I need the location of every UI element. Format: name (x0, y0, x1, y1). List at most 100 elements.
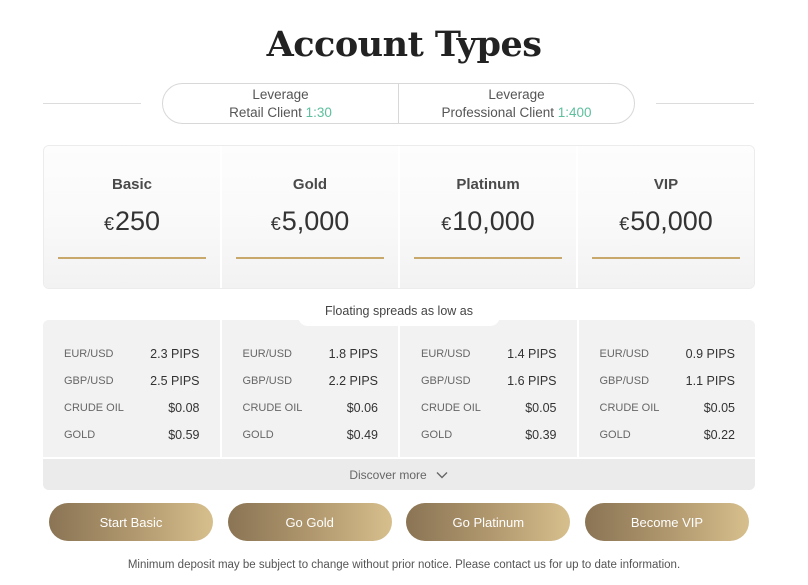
plan-price: €10,000 (441, 206, 535, 237)
spreads-column-basic: EUR/USD 2.3 PIPS GBP/USD 2.5 PIPS CRUDE OI… (43, 320, 220, 457)
spread-value: $0.49 (346, 427, 378, 442)
spread-value: 1.8 PIPS (328, 346, 378, 361)
spread-symbol: CRUDE OIL (64, 401, 124, 414)
plan-underline (58, 257, 206, 259)
spread-value: $0.05 (525, 400, 557, 415)
discover-more-button[interactable]: Discover more (43, 457, 755, 490)
spread-row: EUR/USD 1.4 PIPS (421, 340, 557, 367)
spread-row: EUR/USD 2.3 PIPS (64, 340, 200, 367)
spread-row: GBP/USD 1.6 PIPS (421, 367, 557, 394)
chevron-down-icon (436, 471, 448, 478)
spread-row: EUR/USD 1.8 PIPS (243, 340, 379, 367)
leverage-label: Professional Client (441, 104, 554, 120)
plan-card-vip: VIP €50,000 (576, 146, 754, 288)
plan-price: €250 (104, 206, 160, 237)
plan-amount: 5,000 (281, 206, 350, 236)
spread-symbol: GBP/USD (242, 374, 293, 387)
plan-price: €50,000 (619, 206, 713, 237)
plan-underline (592, 257, 740, 259)
discover-more-label: Discover more (349, 467, 427, 482)
spread-symbol: GOLD (599, 428, 631, 441)
plan-price: €5,000 (271, 206, 350, 237)
plan-card-basic: Basic €250 (44, 146, 220, 288)
spread-row: GBP/USD 2.5 PIPS (64, 367, 200, 394)
plan-card-gold: Gold €5,000 (220, 146, 398, 288)
spreads-label: Floating spreads as low as (298, 300, 500, 326)
divider-left (43, 103, 141, 104)
plan-amount: 50,000 (630, 206, 713, 236)
plan-name: Basic (111, 176, 153, 193)
currency-symbol: € (103, 214, 114, 234)
leverage-label: Retail Client (229, 104, 302, 120)
spread-symbol: CRUDE OIL (242, 401, 303, 414)
leverage-ratio: 1:400 (557, 104, 592, 120)
spread-symbol: EUR/USD (421, 347, 471, 360)
spread-row: GBP/USD 2.2 PIPS (243, 367, 379, 394)
spread-symbol: CRUDE OIL (599, 401, 660, 414)
spread-symbol: GBP/USD (599, 374, 650, 387)
spread-value: $0.06 (346, 400, 378, 415)
spread-value: 2.2 PIPS (328, 373, 378, 388)
spread-value: 2.3 PIPS (150, 346, 200, 361)
spread-row: CRUDE OIL $0.08 (64, 394, 200, 421)
go-platinum-button[interactable]: Go Platinum (406, 503, 571, 541)
spread-row: GOLD $0.22 (600, 421, 736, 448)
spread-value: 1.4 PIPS (507, 346, 557, 361)
spread-row: GOLD $0.49 (243, 421, 379, 448)
spreads-panel: EUR/USD 2.3 PIPS GBP/USD 2.5 PIPS CRUDE OI… (43, 320, 755, 490)
plan-name: Platinum (456, 176, 520, 193)
divider-right (656, 103, 754, 104)
spread-row: CRUDE OIL $0.06 (243, 394, 379, 421)
spread-symbol: CRUDE OIL (421, 401, 481, 414)
spread-symbol: GOLD (421, 428, 453, 441)
spread-value: 1.6 PIPS (507, 373, 557, 388)
spreads-column-gold: EUR/USD 1.8 PIPS GBP/USD 2.2 PIPS CRUDE OI… (219, 320, 398, 457)
plan-underline (236, 257, 384, 259)
plan-cards: Basic €250 Gold €5,000 Platinum €10,000 … (43, 145, 755, 289)
leverage-professional: Leverage Professional Client 1:400 (398, 84, 634, 123)
spread-row: CRUDE OIL $0.05 (421, 394, 557, 421)
spreads-column-platinum: EUR/USD 1.4 PIPS GBP/USD 1.6 PIPS CRUDE OI… (398, 320, 577, 457)
spread-symbol: GOLD (64, 428, 96, 441)
spread-row: GBP/USD 1.1 PIPS (600, 367, 736, 394)
spread-value: $0.39 (525, 427, 557, 442)
spread-symbol: EUR/USD (64, 347, 114, 360)
spreads-column-vip: EUR/USD 0.9 PIPS GBP/USD 1.1 PIPS CRUDE OI… (576, 320, 755, 457)
plan-underline (414, 257, 562, 259)
spread-value: $0.08 (168, 400, 200, 415)
currency-symbol: € (270, 214, 281, 234)
plan-amount: 250 (114, 206, 161, 236)
spread-symbol: EUR/USD (242, 347, 293, 360)
spread-symbol: GOLD (242, 428, 274, 441)
plan-name: VIP (653, 176, 679, 193)
spread-row: CRUDE OIL $0.05 (600, 394, 736, 421)
cta-row: Start Basic Go Gold Go Platinum Become V… (49, 503, 749, 541)
plan-card-platinum: Platinum €10,000 (398, 146, 576, 288)
spread-symbol: GBP/USD (64, 374, 114, 387)
start-basic-button[interactable]: Start Basic (49, 503, 213, 541)
spread-row: GOLD $0.39 (421, 421, 557, 448)
leverage-ratio: 1:30 (305, 104, 332, 120)
leverage-retail: Leverage Retail Client 1:30 (163, 84, 398, 123)
spread-symbol: EUR/USD (599, 347, 650, 360)
leverage-panel: Leverage Retail Client 1:30 Leverage Pro… (162, 83, 635, 124)
leverage-heading: Leverage (488, 86, 545, 102)
plan-amount: 10,000 (452, 206, 535, 236)
spread-value: 1.1 PIPS (685, 373, 735, 388)
disclaimer-text: Minimum deposit may be subject to change… (127, 559, 681, 571)
go-gold-button[interactable]: Go Gold (227, 503, 392, 541)
spread-value: 2.5 PIPS (150, 373, 200, 388)
spread-row: EUR/USD 0.9 PIPS (600, 340, 736, 367)
leverage-heading: Leverage (252, 86, 309, 102)
spread-value: $0.59 (168, 427, 200, 442)
become-vip-button[interactable]: Become VIP (584, 503, 749, 541)
page-title: Account Types (266, 24, 542, 65)
currency-symbol: € (619, 214, 630, 234)
spread-value: $0.22 (703, 427, 735, 442)
spread-row: GOLD $0.59 (64, 421, 200, 448)
currency-symbol: € (441, 214, 452, 234)
spread-value: $0.05 (703, 400, 735, 415)
spread-symbol: GBP/USD (421, 374, 471, 387)
plan-name: Gold (292, 176, 328, 193)
spread-value: 0.9 PIPS (685, 346, 735, 361)
